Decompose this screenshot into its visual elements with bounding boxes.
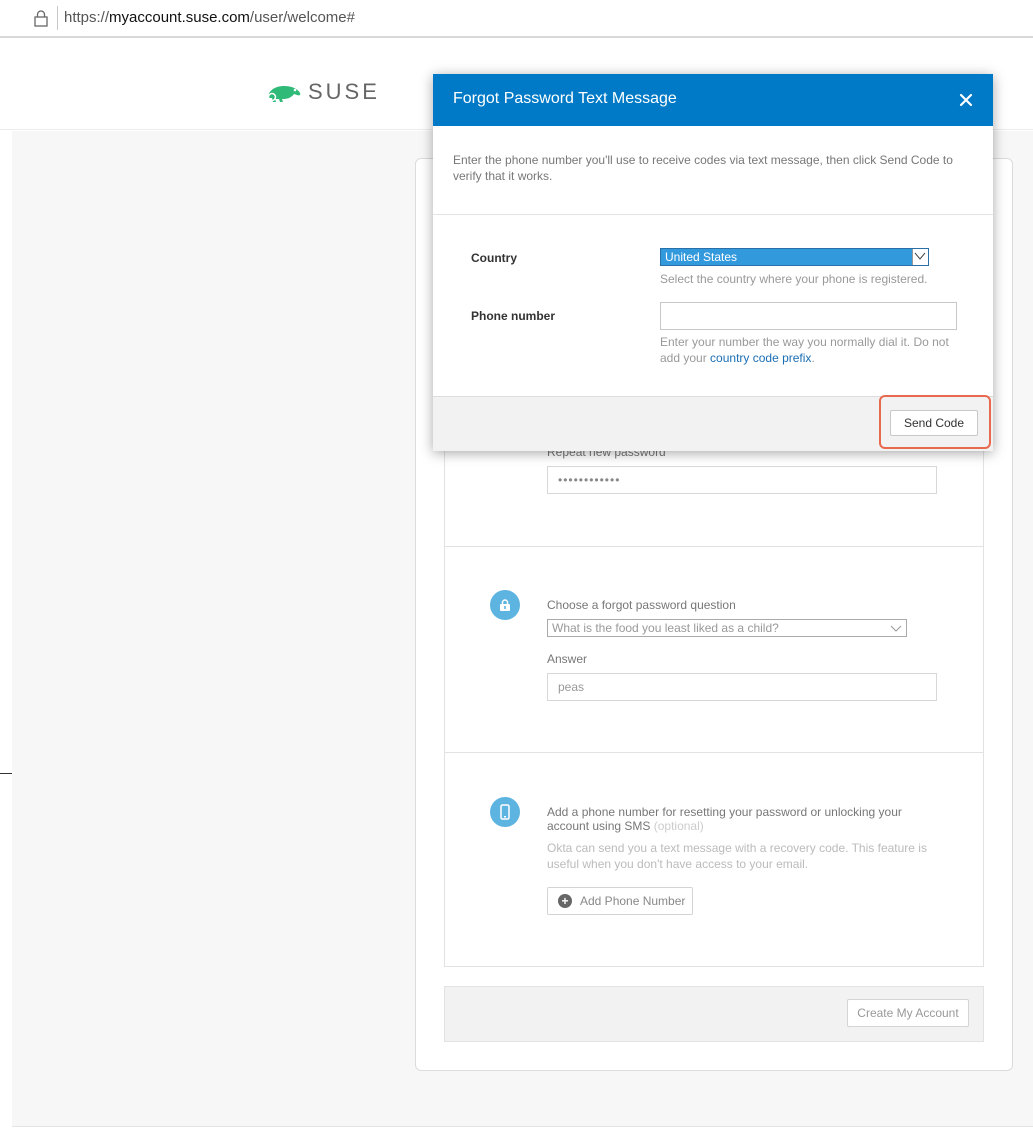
chevron-down-icon bbox=[890, 625, 902, 632]
forgot-password-sms-modal: Forgot Password Text Message Enter the p… bbox=[433, 74, 993, 451]
sms-description: Okta can send you a text message with a … bbox=[547, 841, 927, 871]
lock-icon bbox=[34, 10, 48, 27]
chevron-down-icon[interactable] bbox=[912, 249, 928, 265]
country-code-prefix-link[interactable]: country code prefix bbox=[710, 351, 811, 365]
left-edge-line bbox=[0, 773, 12, 774]
country-label: Country bbox=[471, 251, 517, 265]
answer-label: Answer bbox=[547, 652, 588, 666]
security-question-label: Choose a forgot password question bbox=[547, 598, 736, 612]
sms-title: Add a phone number for resetting your pa… bbox=[547, 805, 902, 833]
phone-number-label: Phone number bbox=[471, 309, 556, 323]
modal-header: Forgot Password Text Message bbox=[433, 74, 993, 126]
phone-icon bbox=[490, 797, 520, 827]
security-question-select[interactable]: What is the food you least liked as a ch… bbox=[547, 619, 907, 637]
phone-number-input[interactable] bbox=[660, 302, 957, 330]
optional-tag: (optional) bbox=[653, 819, 704, 833]
phone-hint: Enter your number the way you normally d… bbox=[660, 335, 949, 365]
address-url[interactable]: https://myaccount.suse.com/user/welcome# bbox=[64, 9, 355, 26]
modal-title: Forgot Password Text Message bbox=[453, 90, 677, 107]
add-phone-number-button[interactable]: + Add Phone Number bbox=[547, 887, 693, 915]
lock-icon bbox=[490, 590, 520, 620]
send-code-highlight bbox=[879, 395, 991, 449]
bottom-divider bbox=[12, 1126, 1033, 1127]
address-separator bbox=[57, 6, 58, 30]
close-icon[interactable] bbox=[959, 93, 973, 107]
plus-icon: + bbox=[558, 894, 572, 908]
modal-divider bbox=[433, 214, 993, 215]
logo-text: SUSE bbox=[308, 79, 380, 104]
suse-logo[interactable]: SUSE bbox=[264, 78, 380, 106]
create-account-button[interactable]: Create My Account bbox=[847, 999, 969, 1027]
country-select[interactable]: United States bbox=[660, 248, 929, 266]
address-bar[interactable]: https://myaccount.suse.com/user/welcome# bbox=[0, 0, 1033, 38]
modal-intro-text: Enter the phone number you'll use to rec… bbox=[453, 153, 953, 183]
chameleon-icon bbox=[267, 86, 301, 102]
country-hint: Select the country where your phone is r… bbox=[660, 272, 928, 286]
answer-input[interactable]: peas bbox=[547, 673, 937, 701]
repeat-password-input[interactable]: •••••••••••• bbox=[547, 466, 937, 494]
security-question-section bbox=[444, 546, 984, 753]
